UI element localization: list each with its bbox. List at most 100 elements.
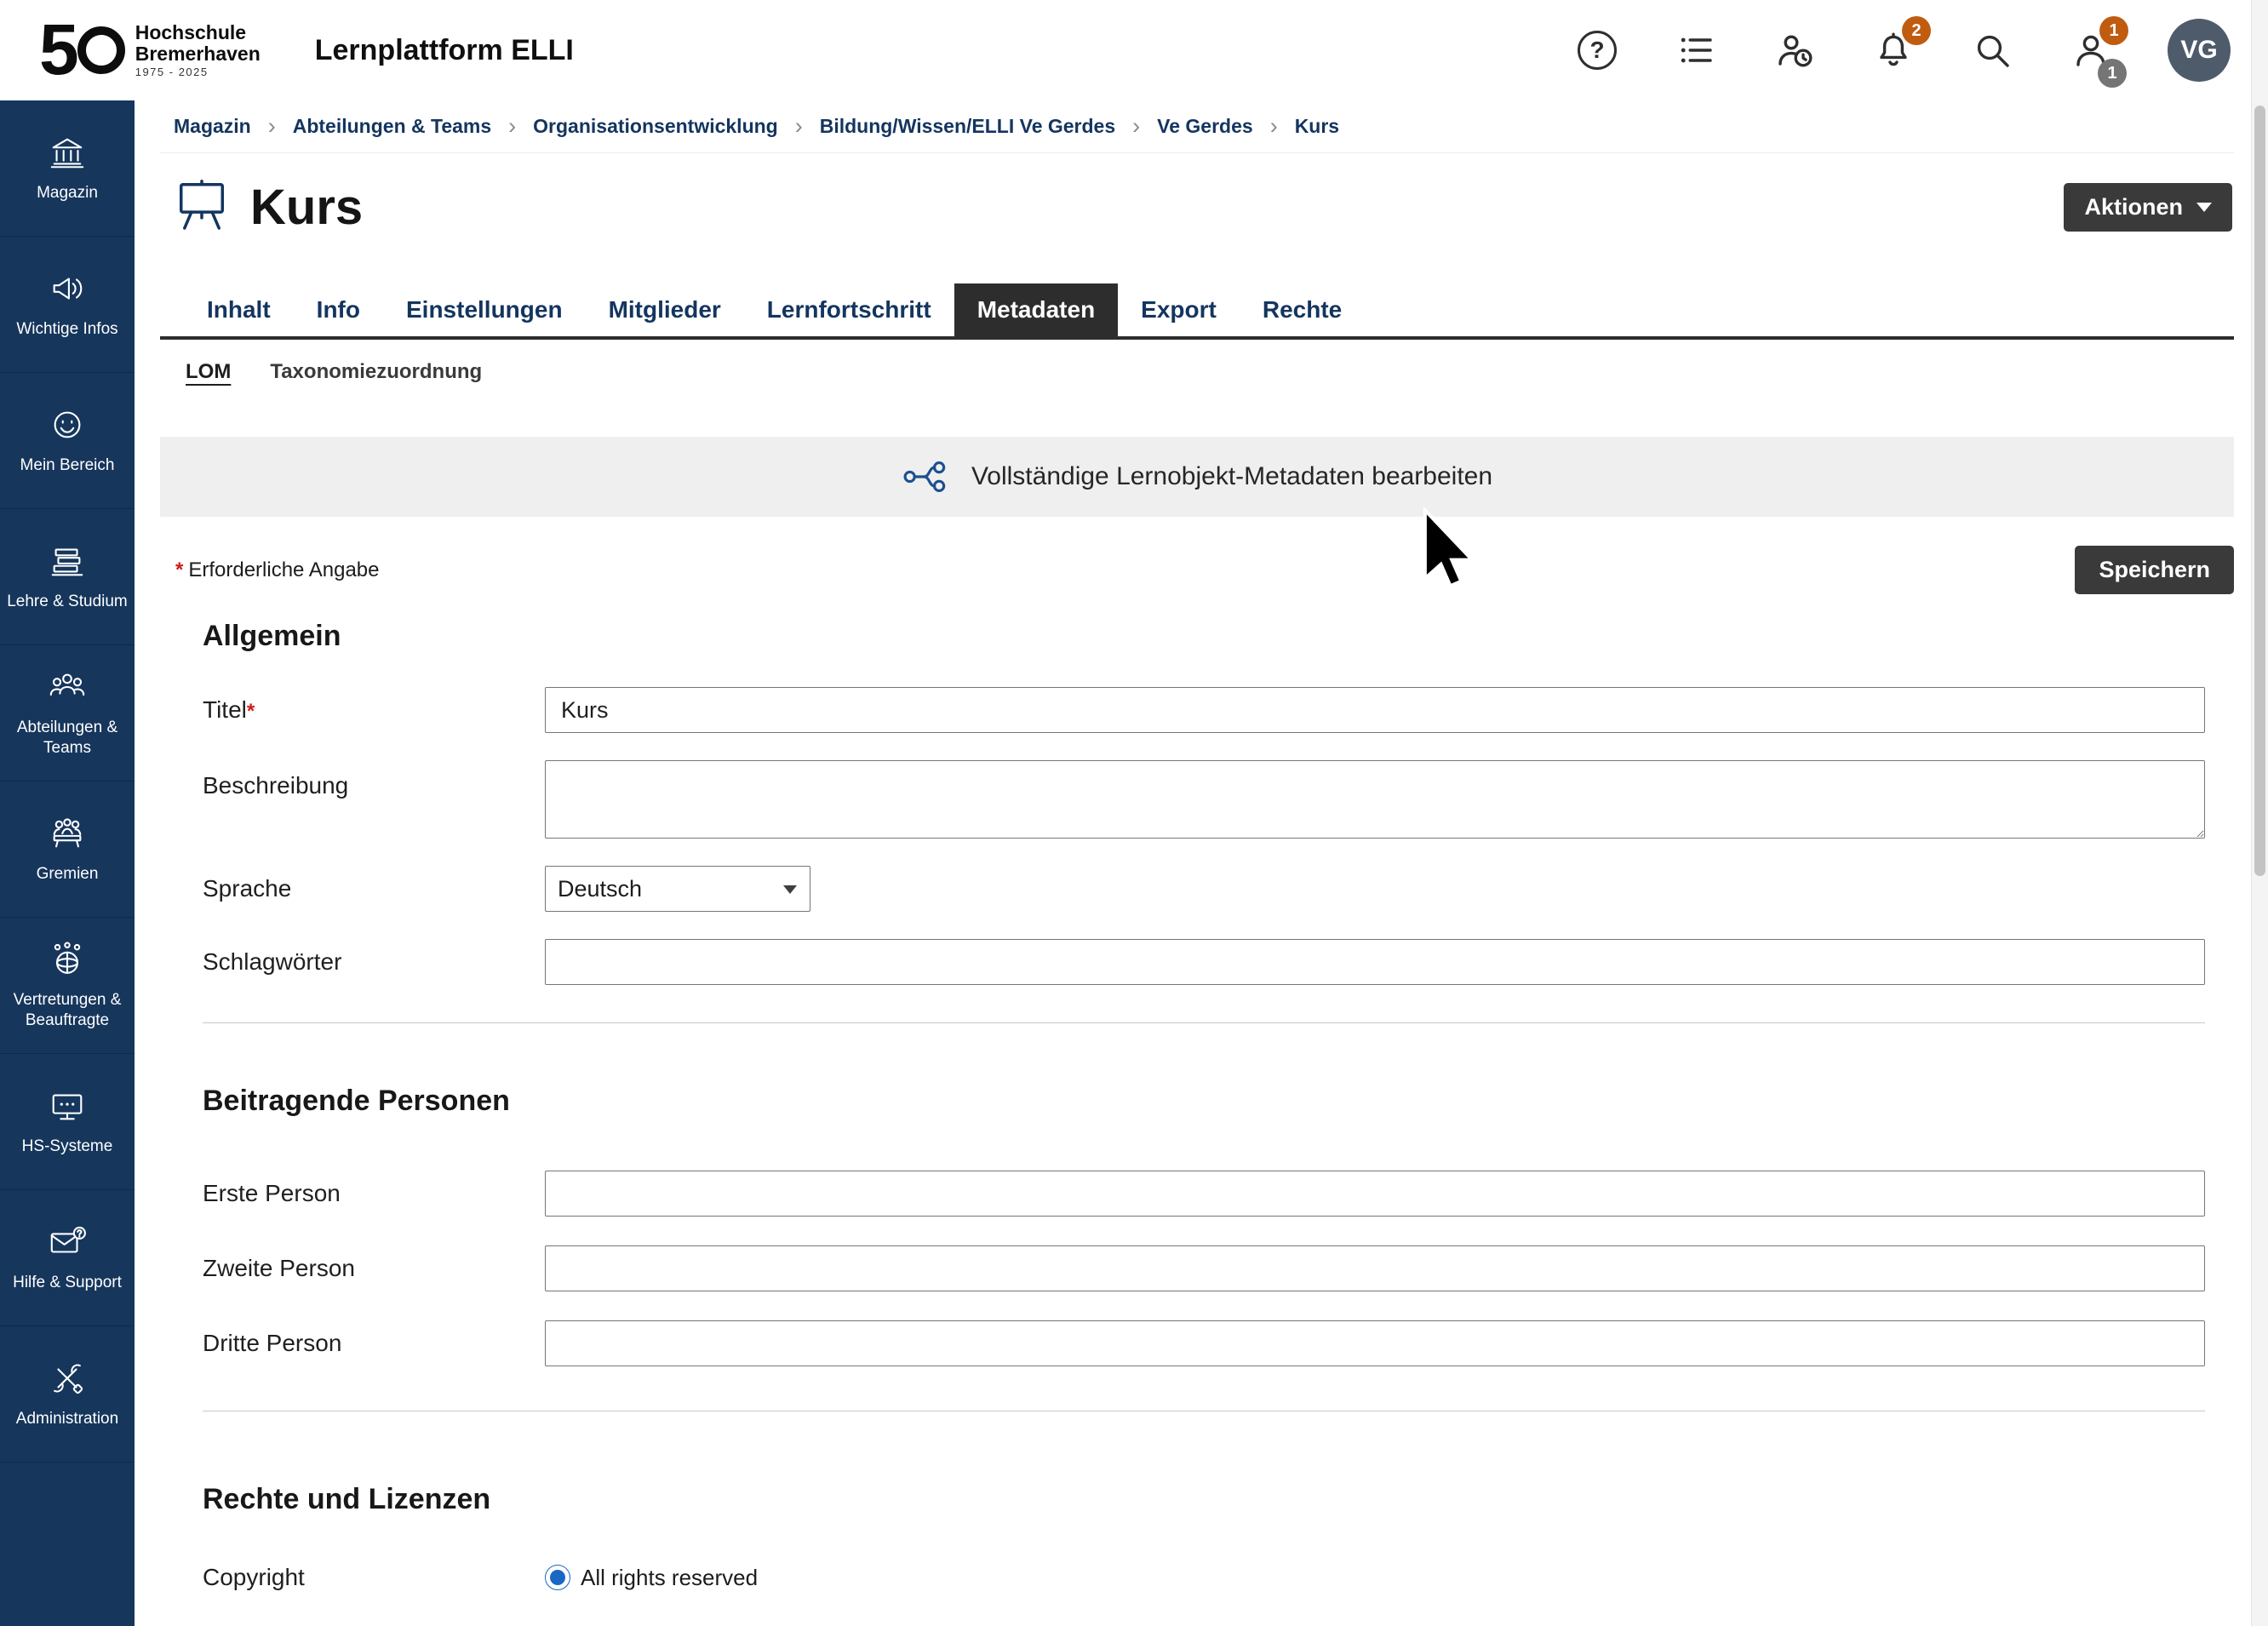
sidebar-item-hs-systeme[interactable]: HS-Systeme [0,1054,135,1190]
sidebar-label: Lehre & Studium [7,592,128,612]
breadcrumb-item[interactable]: Organisationsentwicklung [533,115,778,138]
books-icon [48,541,87,581]
sidebar-label: Administration [16,1409,118,1429]
help-icon: ? [1578,31,1617,70]
tab-info[interactable]: Info [294,283,383,336]
search-button[interactable] [1970,28,2014,72]
field-row-dritte-person: Dritte Person [203,1320,2205,1366]
section-heading-allgemein: Allgemein [203,620,2205,653]
erste-person-input[interactable] [545,1171,2205,1217]
monitor-icon [48,1086,87,1125]
top-bar: 5 Hochschule Bremerhaven 1975 - 2025 Ler… [0,0,2268,100]
metadata-tree-icon [902,455,951,498]
sidebar-label: Vertretungen & Beauftragte [7,990,128,1031]
megaphone-icon [48,269,87,308]
required-note: *Erforderliche Angabe [175,558,380,582]
help-button[interactable]: ? [1575,28,1619,72]
breadcrumb-separator-icon: › [1270,115,1278,138]
tab-lernfortschritt[interactable]: Lernfortschritt [744,283,954,336]
mail-help-icon [48,1222,87,1262]
sidebar-item-vertretungen-beauftragte[interactable]: Vertretungen & Beauftragte [0,918,135,1054]
tab-einstellungen[interactable]: Einstellungen [383,283,586,336]
people-group-icon [48,667,87,707]
required-asterisk: * [175,558,183,581]
notifications-button[interactable]: 2 [1871,28,1916,72]
globe-people-icon [48,940,87,979]
list-icon [1675,30,1716,71]
breadcrumb-item[interactable]: Bildung/Wissen/ELLI Ve Gerdes [820,115,1115,138]
smiley-icon [48,405,87,444]
scrollbar-track[interactable] [2251,0,2268,1626]
beschreibung-textarea[interactable] [545,760,2205,839]
notification-badge: 2 [1902,16,1931,45]
dritte-person-input[interactable] [545,1320,2205,1366]
field-row-sprache: Sprache Deutsch [203,866,2205,912]
app-title: Lernplattform ELLI [315,34,574,67]
field-row-beschreibung: Beschreibung [203,760,2205,839]
tab-rechte[interactable]: Rechte [1240,283,1365,336]
page-header: Kurs Aktionen [160,153,2234,236]
contacts-badge-secondary: 1 [2098,59,2127,88]
copyright-option-label: All rights reserved [581,1565,758,1591]
schlagwoerter-label: Schlagwörter [203,948,545,976]
sidebar-label: Mein Bereich [20,455,115,476]
sidebar-item-magazin[interactable]: Magazin [0,100,135,237]
save-button[interactable]: Speichern [2075,546,2234,594]
breadcrumb-item[interactable]: Ve Gerdes [1157,115,1253,138]
user-clock-icon [1774,30,1815,71]
sidebar-label: Gremien [37,864,99,885]
actions-button[interactable]: Aktionen [2064,183,2232,232]
tab-inhalt[interactable]: Inhalt [184,283,294,336]
schlagwoerter-input[interactable] [545,939,2205,985]
user-avatar[interactable]: VG [2168,19,2231,82]
field-row-copyright: Copyright All rights reserved [203,1564,2205,1591]
section-divider [203,1022,2205,1023]
sidebar-item-abteilungen-teams[interactable]: Abteilungen & Teams [0,645,135,782]
breadcrumb-item[interactable]: Abteilungen & Teams [293,115,491,138]
course-board-icon [174,179,230,236]
logo-years: 1975 - 2025 [135,66,261,78]
sidebar-item-gremien[interactable]: Gremien [0,782,135,918]
main-sidebar: Magazin Wichtige Infos Mein Bereich Lehr… [0,100,135,1626]
page-title: Kurs [250,179,363,236]
tab-metadaten[interactable]: Metadaten [954,283,1118,336]
sidebar-item-wichtige-infos[interactable]: Wichtige Infos [0,237,135,373]
todo-list-button[interactable] [1674,28,1718,72]
breadcrumb-separator-icon: › [1132,115,1140,138]
sidebar-item-lehre-studium[interactable]: Lehre & Studium [0,509,135,645]
field-row-titel: Titel* [203,687,2205,733]
committee-icon [48,814,87,853]
university-logo[interactable]: 5 Hochschule Bremerhaven 1975 - 2025 [39,18,261,83]
subtab-lom[interactable]: LOM [186,360,231,384]
copyright-radio[interactable] [545,1565,570,1590]
dritte-person-label: Dritte Person [203,1330,545,1357]
subtab-taxonomiezuordnung[interactable]: Taxonomiezuordnung [270,360,482,384]
chevron-down-icon [2196,203,2212,212]
sidebar-item-mein-bereich[interactable]: Mein Bereich [0,373,135,509]
tab-bar: Inhalt Info Einstellungen Mitglieder Ler… [160,283,2234,340]
required-asterisk: * [247,700,255,723]
awareness-button[interactable] [1773,28,1817,72]
breadcrumb-item[interactable]: Kurs [1295,115,1339,138]
logo-name-line1: Hochschule [135,22,261,43]
breadcrumb-item[interactable]: Magazin [174,115,251,138]
edit-full-metadata-banner[interactable]: Vollständige Lernobjekt-Metadaten bearbe… [160,437,2234,517]
field-row-schlagwoerter: Schlagwörter [203,939,2205,985]
tab-mitglieder[interactable]: Mitglieder [586,283,744,336]
sidebar-item-hilfe-support[interactable]: Hilfe & Support [0,1190,135,1326]
tab-export[interactable]: Export [1118,283,1240,336]
sidebar-item-administration[interactable]: Administration [0,1326,135,1463]
field-row-erste-person: Erste Person [203,1171,2205,1217]
tools-icon [48,1359,87,1398]
scrollbar-thumb[interactable] [2254,106,2265,876]
section-heading-rechte: Rechte und Lizenzen [203,1483,2205,1516]
form-toolbar: *Erforderliche Angabe Speichern [160,546,2234,594]
zweite-person-input[interactable] [545,1245,2205,1291]
erste-person-label: Erste Person [203,1180,545,1207]
sprache-select[interactable]: Deutsch [545,866,810,912]
titel-input[interactable] [545,687,2205,733]
sprache-select-wrap: Deutsch [545,866,810,912]
contacts-button[interactable]: 1 1 [2069,28,2113,72]
sprache-label: Sprache [203,875,545,902]
sidebar-label: HS-Systeme [22,1136,113,1157]
